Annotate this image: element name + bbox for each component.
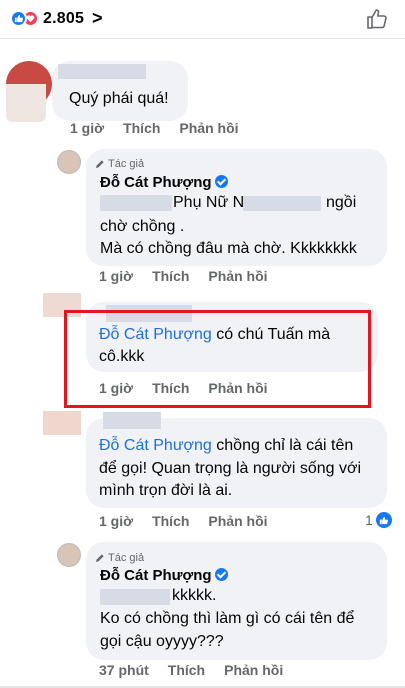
blurred-avatar	[6, 84, 46, 122]
chevron-right-icon[interactable]: >	[92, 8, 103, 29]
author-badge: Tác giả	[95, 158, 144, 170]
divider	[0, 38, 405, 39]
comment-text: Đỗ Cát Phượng chồng chỉ là cái tên	[99, 435, 353, 457]
comment-text-line: chồng chỉ là cái tên	[216, 437, 354, 454]
reply-link[interactable]: Phản hồi	[208, 513, 267, 529]
author-name-text: Đỗ Cát Phượng	[100, 174, 212, 191]
comment-text: ngồi	[326, 194, 357, 211]
like-outline-icon[interactable]	[365, 7, 389, 36]
comment-actions: 1 giờ Thích Phản hồi	[70, 120, 258, 136]
author-badge-label: Tác giả	[108, 158, 145, 170]
comment-time: 1 giờ	[70, 120, 105, 136]
blurred-name	[103, 412, 161, 429]
comment-text: Quý phái quá!	[69, 90, 169, 107]
blurred-mention	[100, 195, 172, 211]
highlight-frame	[64, 310, 371, 408]
like-count: 1	[365, 512, 373, 528]
comment-time: 1 giờ	[99, 513, 134, 529]
reactions-summary[interactable]: 2.805 >	[10, 8, 103, 29]
comment-text: mình trọn đời là ai.	[99, 482, 233, 499]
comment-text: để gọi! Quan trọng là người sống với	[99, 460, 362, 477]
like-link[interactable]: Thích	[168, 662, 205, 678]
comment-actions: 1 giờ Thích Phản hồi	[99, 513, 287, 529]
author-name[interactable]: Đỗ Cát Phượng	[100, 174, 228, 191]
reply-link[interactable]: Phản hồi	[179, 120, 238, 136]
comment-time: 37 phút	[99, 662, 149, 678]
author-name-text: Đỗ Cát Phượng	[100, 567, 212, 584]
comment-like-count[interactable]: 1	[365, 512, 392, 528]
author-badge: Tác giả	[95, 552, 144, 564]
comment-text: Mà có chồng đâu mà chờ. Kkkkkkkk	[100, 240, 357, 257]
like-reaction-icon	[10, 10, 27, 27]
comment-actions: 37 phút Thích Phản hồi	[99, 662, 302, 678]
comment-text: gọi cậu oyyyy???	[100, 633, 224, 650]
author-avatar[interactable]	[57, 150, 81, 174]
author-name[interactable]: Đỗ Cát Phượng	[100, 567, 228, 584]
like-link[interactable]: Thích	[152, 268, 189, 284]
blurred-name	[58, 64, 146, 79]
comment-text: Ko có chồng thì làm gì có cái tên để	[100, 610, 355, 627]
comment-text: chờ chồng .	[100, 218, 185, 235]
mention-link[interactable]: Đỗ Cát Phượng	[99, 437, 212, 454]
comment-time: 1 giờ	[99, 268, 134, 284]
like-link[interactable]: Thích	[152, 513, 189, 529]
reply-link[interactable]: Phản hồi	[208, 268, 267, 284]
verified-icon	[214, 568, 228, 581]
comment-text: Phụ Nữ N	[173, 194, 245, 211]
comment-actions: 1 giờ Thích Phản hồi	[99, 268, 287, 284]
reaction-count: 2.805	[43, 9, 85, 27]
like-icon	[375, 512, 392, 528]
reactions-bar: 2.805 >	[0, 0, 405, 38]
author-avatar[interactable]	[57, 543, 81, 567]
blurred-avatar	[43, 411, 81, 435]
pen-icon	[96, 554, 104, 562]
comment-text: kkkkk.	[172, 587, 217, 604]
blurred-mention	[100, 589, 170, 605]
like-link[interactable]: Thích	[123, 120, 160, 136]
pen-icon	[96, 160, 104, 168]
verified-icon	[214, 175, 228, 188]
blurred-text	[243, 196, 321, 211]
author-badge-label: Tác giả	[108, 552, 145, 564]
reply-link[interactable]: Phản hồi	[224, 662, 283, 678]
